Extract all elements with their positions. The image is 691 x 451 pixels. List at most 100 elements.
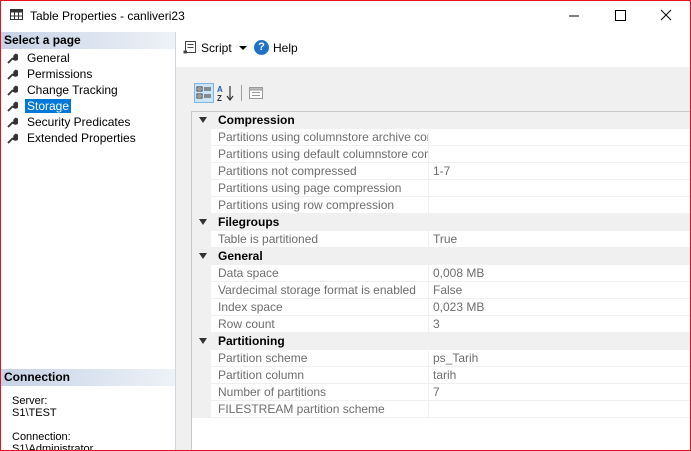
collapse-icon[interactable]	[199, 338, 207, 344]
column-divider[interactable]	[428, 146, 429, 163]
row-gutter	[192, 129, 211, 146]
page-label: Extended Properties	[27, 131, 136, 145]
column-divider[interactable]	[428, 384, 429, 401]
connection-value: S1\Administrator	[12, 443, 94, 451]
column-divider[interactable]	[428, 316, 429, 333]
property-name: Partition column	[218, 368, 305, 382]
page-list: General Permissions Change Tracking Stor…	[1, 50, 175, 146]
table-icon	[10, 9, 23, 20]
row-gutter	[192, 282, 211, 299]
property-pages-icon	[249, 87, 263, 99]
help-button[interactable]: Help	[273, 41, 298, 55]
category-label: General	[218, 249, 263, 263]
property-row[interactable]: Vardecimal storage format is enabled Fals…	[192, 282, 690, 299]
page-item-permissions[interactable]: Permissions	[1, 66, 175, 82]
svg-text:Z: Z	[217, 94, 222, 103]
property-value: tarih	[433, 368, 457, 382]
page-label: Permissions	[27, 67, 93, 81]
property-value: 0,023 MB	[433, 300, 485, 314]
property-name: Partitions using row compression	[218, 198, 395, 212]
property-grid[interactable]: Compression Partitions using columnstore …	[191, 111, 690, 450]
wrench-icon	[7, 53, 18, 64]
row-gutter	[192, 384, 211, 401]
svg-text:A: A	[217, 85, 223, 94]
script-icon[interactable]	[183, 41, 197, 54]
row-gutter	[192, 231, 211, 248]
page-item-security-predicates[interactable]: Security Predicates	[1, 114, 175, 130]
row-gutter	[192, 197, 211, 214]
alphabetical-button[interactable]: A Z	[216, 83, 236, 103]
page-label: General	[27, 51, 70, 65]
page-label: Security Predicates	[27, 115, 131, 129]
category-label: Partitioning	[218, 334, 285, 348]
row-gutter	[192, 180, 211, 197]
server-value: S1\TEST	[12, 407, 57, 419]
page-item-general[interactable]: General	[1, 50, 175, 66]
property-value: 7	[433, 385, 440, 399]
maximize-icon	[615, 10, 626, 21]
wrench-icon	[7, 133, 18, 144]
category-row[interactable]: Compression	[192, 112, 690, 129]
column-divider[interactable]	[428, 265, 429, 282]
minimize-button[interactable]	[551, 1, 597, 31]
page-item-storage[interactable]: Storage	[1, 98, 175, 114]
column-divider[interactable]	[428, 350, 429, 367]
column-divider[interactable]	[428, 367, 429, 384]
property-row[interactable]: Data space 0,008 MB	[192, 265, 690, 282]
categorized-button[interactable]	[194, 83, 214, 103]
column-divider[interactable]	[428, 163, 429, 180]
chevron-down-icon[interactable]	[239, 46, 247, 50]
property-row[interactable]: Row count 3	[192, 316, 690, 333]
category-row[interactable]: General	[192, 248, 690, 265]
toolbar-divider	[241, 85, 242, 101]
row-gutter	[192, 299, 211, 316]
row-gutter	[192, 401, 211, 418]
column-divider[interactable]	[428, 129, 429, 146]
property-name: Partitions not compressed	[218, 164, 357, 178]
property-name: FILESTREAM partition scheme	[218, 402, 385, 416]
property-row[interactable]: Number of partitions 7	[192, 384, 690, 401]
close-button[interactable]	[643, 1, 689, 31]
collapse-icon[interactable]	[199, 253, 207, 259]
script-button[interactable]: Script	[201, 41, 232, 55]
collapse-icon[interactable]	[199, 219, 207, 225]
property-name: Index space	[218, 300, 283, 314]
row-gutter	[192, 146, 211, 163]
property-value: 1-7	[433, 164, 451, 178]
property-row[interactable]: Partitions not compressed 1-7	[192, 163, 690, 180]
property-row[interactable]: Index space 0,023 MB	[192, 299, 690, 316]
column-divider[interactable]	[428, 282, 429, 299]
property-row[interactable]: Table is partitioned True	[192, 231, 690, 248]
property-row[interactable]: FILESTREAM partition scheme	[192, 401, 690, 418]
property-row[interactable]: Partitions using columnstore archive com…	[192, 129, 690, 146]
row-gutter	[192, 350, 211, 367]
collapse-icon[interactable]	[199, 117, 207, 123]
column-divider[interactable]	[428, 231, 429, 248]
left-panel: Select a page General Permissions Change…	[1, 32, 176, 450]
category-row[interactable]: Filegroups	[192, 214, 690, 231]
property-row[interactable]: Partition column tarih	[192, 367, 690, 384]
title-bar[interactable]: Table Properties - canliveri23	[1, 1, 690, 31]
property-name: Row count	[218, 317, 275, 331]
category-label: Compression	[218, 113, 295, 127]
column-divider[interactable]	[428, 197, 429, 214]
category-label: Filegroups	[218, 215, 280, 229]
help-icon[interactable]: ?	[254, 40, 269, 55]
property-row[interactable]: Partitions using default columnstore com…	[192, 146, 690, 163]
category-row[interactable]: Partitioning	[192, 333, 690, 350]
column-divider[interactable]	[428, 401, 429, 418]
property-row[interactable]: Partitions using row compression	[192, 197, 690, 214]
connection-header: Connection	[1, 369, 175, 386]
property-row[interactable]: Partitions using page compression	[192, 180, 690, 197]
column-divider[interactable]	[428, 180, 429, 197]
property-pages-button[interactable]	[246, 83, 266, 103]
page-item-extended-properties[interactable]: Extended Properties	[1, 130, 175, 146]
property-name: Partitions using page compression	[218, 181, 402, 195]
property-row[interactable]: Partition scheme ps_Tarih	[192, 350, 690, 367]
column-divider[interactable]	[428, 299, 429, 316]
property-value: 3	[433, 317, 440, 331]
maximize-button[interactable]	[597, 1, 643, 31]
property-value: True	[433, 232, 458, 246]
property-name: Vardecimal storage format is enabled	[218, 283, 416, 297]
page-item-change-tracking[interactable]: Change Tracking	[1, 82, 175, 98]
